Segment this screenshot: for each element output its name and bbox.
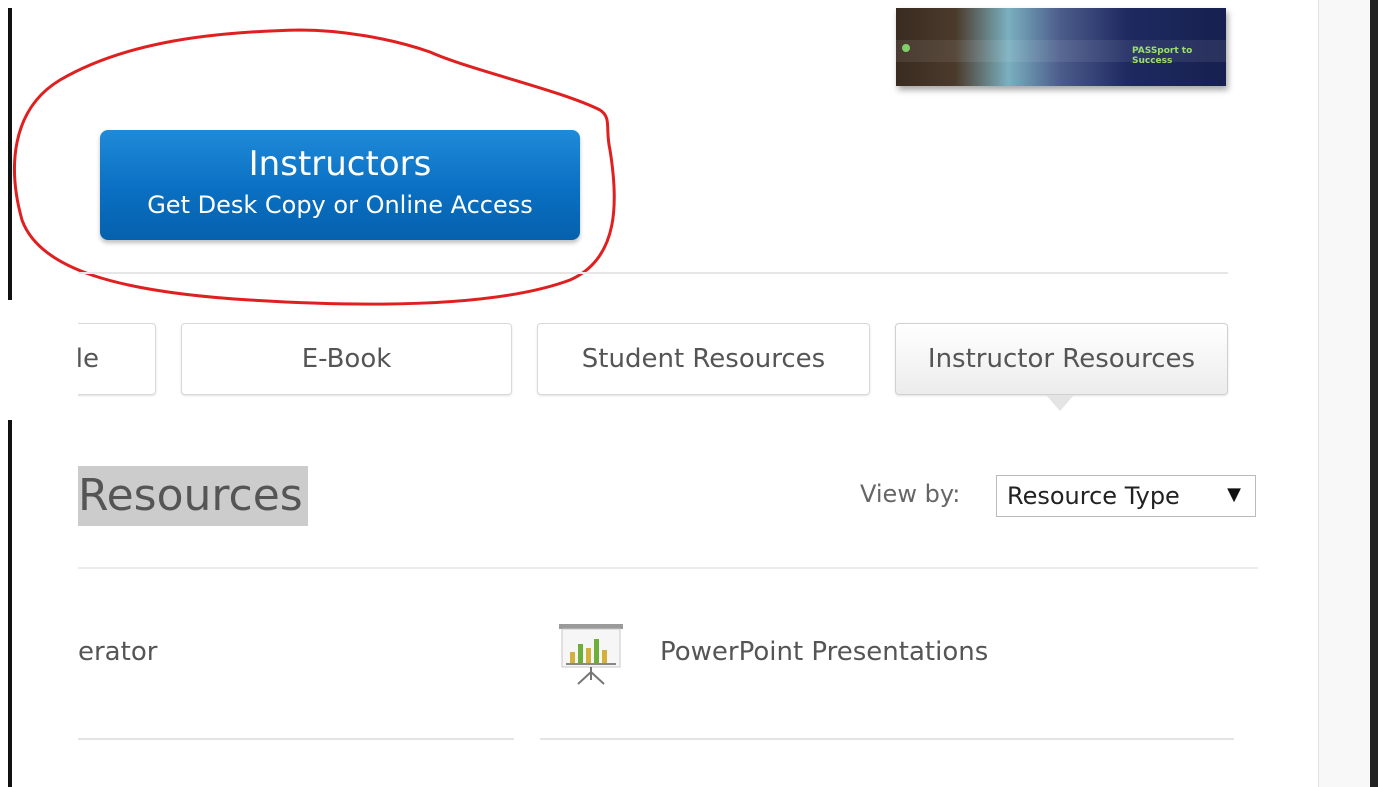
dropdown-arrow-icon: ▼ — [1227, 484, 1241, 505]
section-divider — [78, 567, 1258, 569]
presentation-chart-icon — [559, 624, 623, 685]
select-value: Resource Type — [1007, 482, 1180, 510]
tab-label: E-Book — [301, 344, 392, 374]
resource-link-powerpoint[interactable]: PowerPoint Presentations — [660, 637, 988, 667]
viewby-label: View by: — [860, 480, 961, 508]
left-crop-mask — [0, 300, 78, 420]
tab-label: Student Resources — [581, 344, 826, 374]
section-divider — [78, 272, 1228, 274]
row-divider — [78, 738, 514, 740]
view-by-select[interactable]: Resource Type ▼ — [996, 475, 1256, 517]
row-divider — [540, 738, 1234, 740]
active-tab-pointer — [1046, 395, 1074, 411]
resource-link-test-generator[interactable]: erator — [78, 637, 157, 667]
tab-label: Instructor Resources — [927, 344, 1196, 374]
tab-student-resources[interactable]: Student Resources — [537, 323, 870, 395]
tab-ebook[interactable]: E-Book — [181, 323, 512, 395]
tab-instructor-resources[interactable]: Instructor Resources — [895, 323, 1228, 395]
page-title: Resources — [78, 470, 303, 521]
tab-label: le — [75, 344, 99, 374]
